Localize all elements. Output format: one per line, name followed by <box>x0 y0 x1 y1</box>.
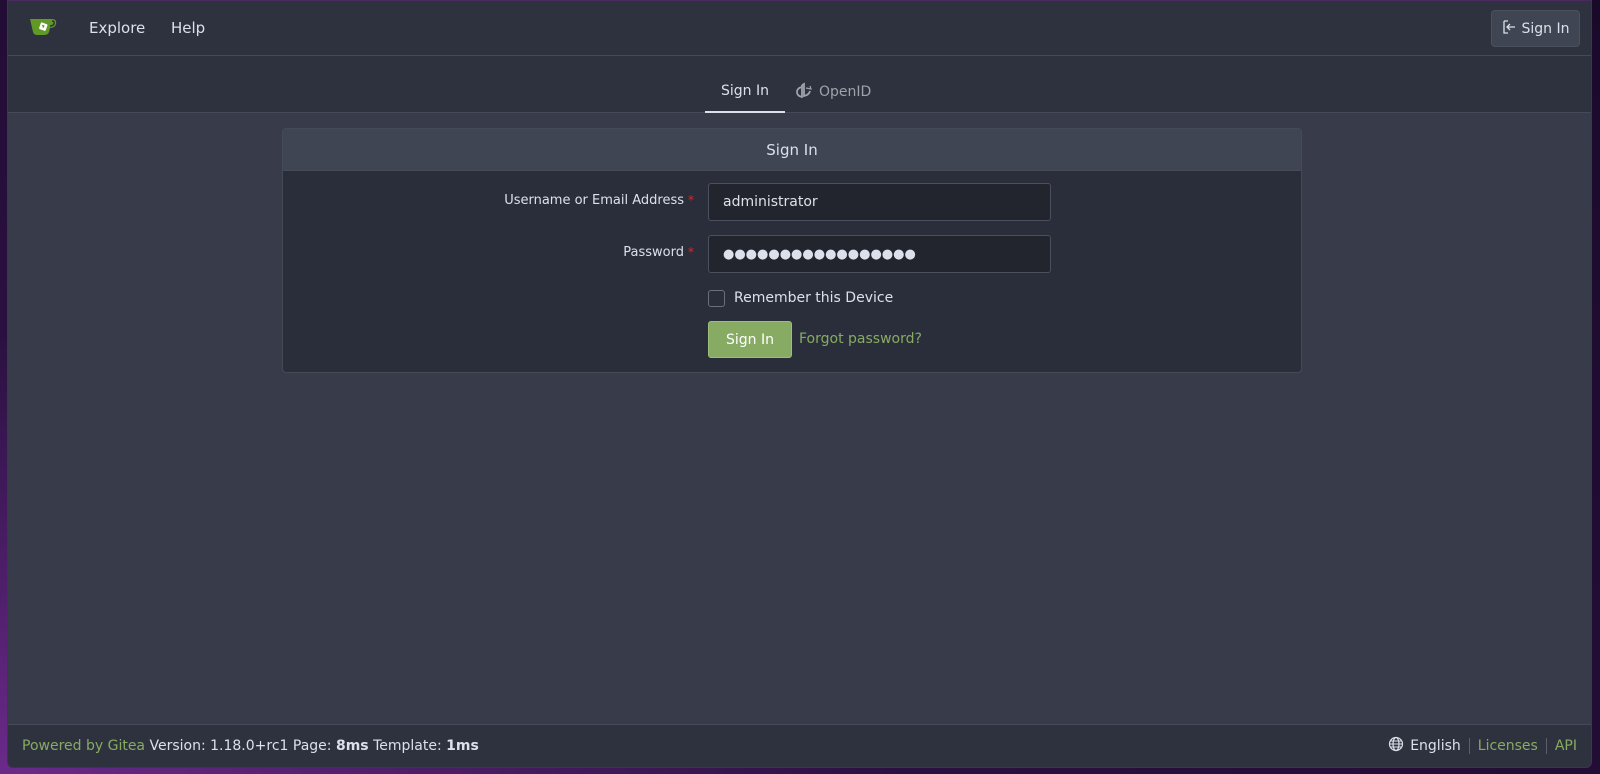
footer-divider <box>1545 738 1547 754</box>
tab-sign-in[interactable]: Sign In <box>705 83 785 113</box>
username-label: Username or Email Address * <box>504 193 694 208</box>
powered-by-gitea-link[interactable]: Powered by Gitea <box>22 738 145 754</box>
footer-left: Powered by Gitea Version: 1.18.0+rc1 Pag… <box>22 738 479 754</box>
openid-icon <box>795 82 813 102</box>
licenses-link[interactable]: Licenses <box>1478 738 1538 754</box>
navbar-sign-in-button[interactable]: Sign In <box>1491 10 1580 47</box>
sign-in-card: Sign In Username or Email Address * Passw… <box>282 128 1302 373</box>
password-label-text: Password <box>623 245 684 260</box>
nav-help-link[interactable]: Help <box>171 19 205 37</box>
username-label-text: Username or Email Address <box>504 193 684 208</box>
browser-window: Explore Help Sign In Sign In OpenID Sign… <box>7 0 1592 768</box>
required-marker: * <box>688 245 694 259</box>
page-time: 8ms <box>335 738 369 754</box>
navbar-sign-in-label: Sign In <box>1521 20 1570 37</box>
nav-explore-link[interactable]: Explore <box>89 19 145 37</box>
language-label: English <box>1410 738 1461 754</box>
api-link[interactable]: API <box>1555 738 1577 754</box>
password-input[interactable]: ●●●●●●●●●●●●●●●●● <box>708 235 1051 273</box>
version-text: Version: 1.18.0+rc1 Page: <box>149 738 332 754</box>
footer-divider <box>1468 738 1470 754</box>
template-time: 1ms <box>446 738 479 754</box>
sign-in-card-header: Sign In <box>283 129 1301 171</box>
sign-in-submit-button[interactable]: Sign In <box>708 321 792 358</box>
password-label: Password * <box>623 245 694 260</box>
footer-right: English Licenses API <box>1388 736 1577 756</box>
tab-openid[interactable]: OpenID <box>795 82 871 102</box>
template-text: Template: <box>373 738 442 754</box>
auth-tabs: Sign In OpenID <box>8 56 1591 113</box>
required-marker: * <box>688 193 694 207</box>
sign-in-icon <box>1502 19 1516 38</box>
top-navbar: Explore Help Sign In <box>8 1 1591 56</box>
forgot-password-link[interactable]: Forgot password? <box>799 331 922 347</box>
tab-sign-in-label: Sign In <box>721 83 769 99</box>
gitea-logo-icon[interactable] <box>28 15 58 37</box>
globe-icon <box>1388 736 1404 756</box>
remember-device-checkbox[interactable] <box>708 290 725 307</box>
remember-device-label[interactable]: Remember this Device <box>734 290 893 306</box>
footer: Powered by Gitea Version: 1.18.0+rc1 Pag… <box>8 724 1591 767</box>
username-input[interactable] <box>708 183 1051 221</box>
tab-openid-label: OpenID <box>819 84 872 100</box>
language-selector[interactable]: English <box>1388 736 1461 756</box>
